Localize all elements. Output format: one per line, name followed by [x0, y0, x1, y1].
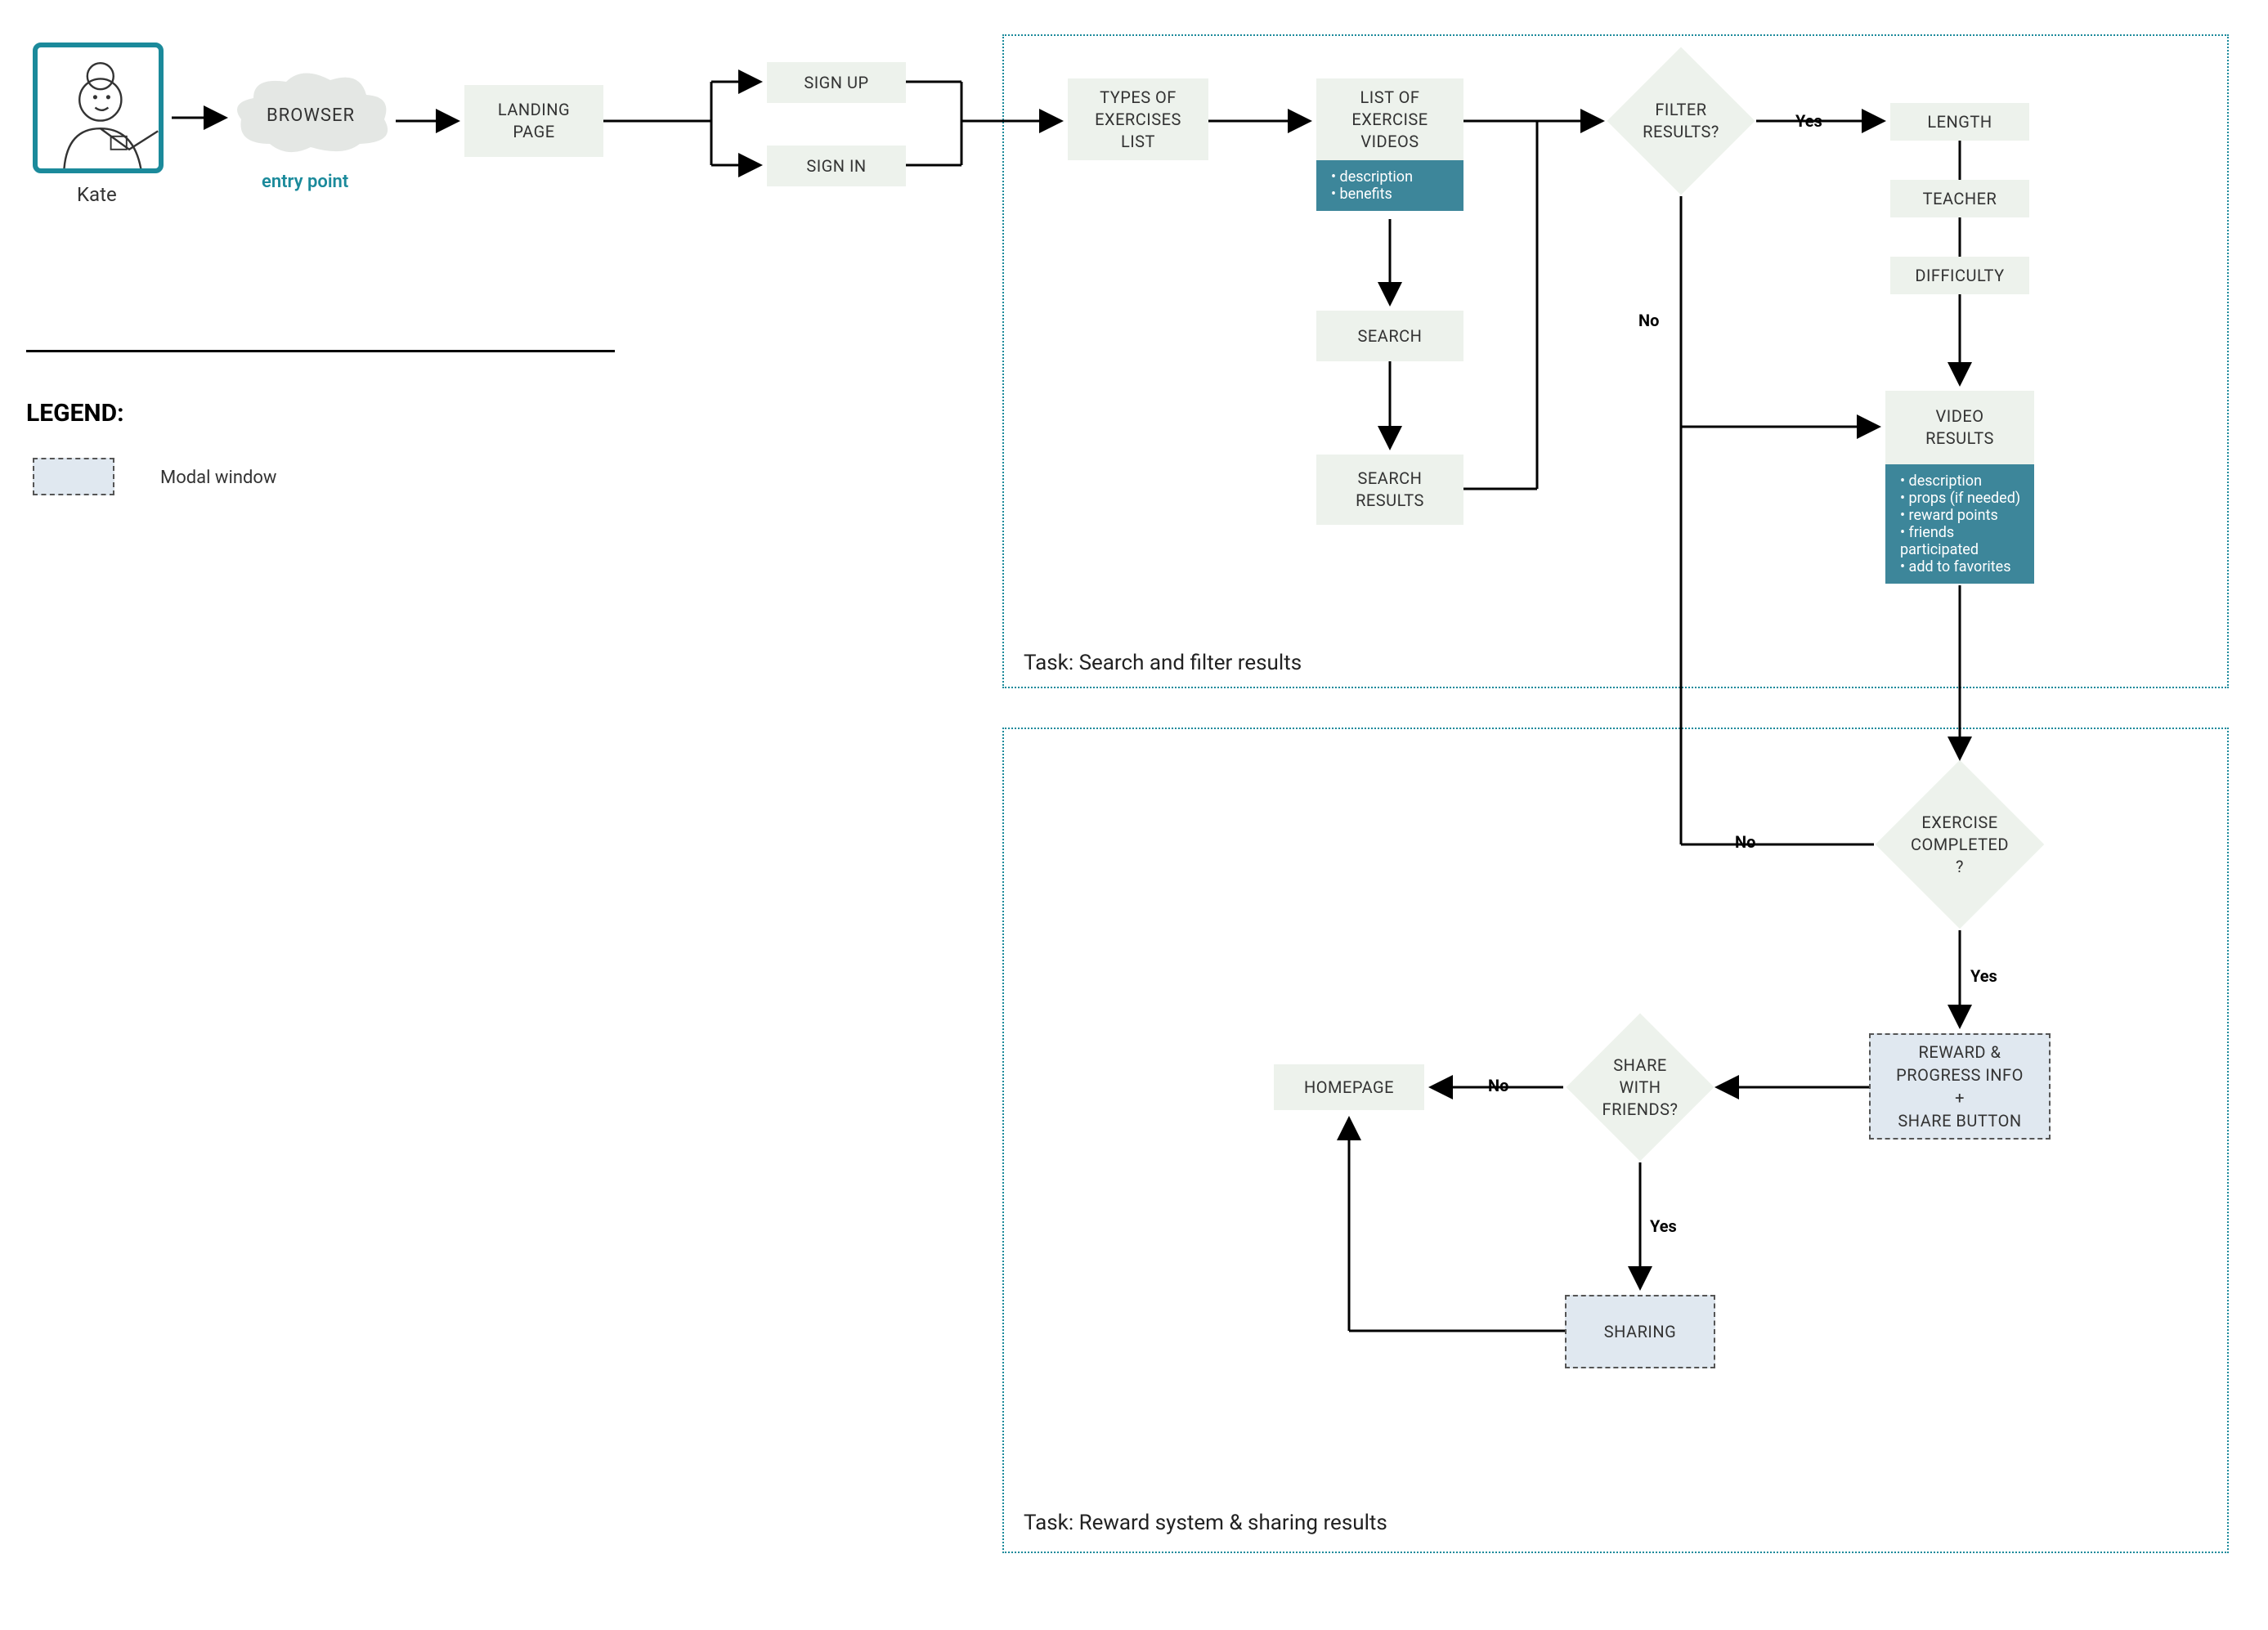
search-results-node: SEARCH RESULTS [1316, 455, 1463, 525]
video-results-details: description props (if needed) reward poi… [1885, 464, 2034, 584]
teacher-label: TEACHER [1923, 188, 1997, 210]
label-no: No [1638, 311, 1659, 330]
sharing-label: SHARING [1604, 1320, 1677, 1343]
search-node: SEARCH [1316, 311, 1463, 361]
task-search-label: Task: Search and filter results [1024, 651, 1302, 675]
homepage-label: HOMEPAGE [1304, 1077, 1394, 1099]
persona-avatar [33, 43, 164, 173]
label-yes: Yes [1650, 1216, 1677, 1236]
signup-node: SIGN UP [767, 62, 906, 103]
list-videos-node: LIST OF EXERCISE VIDEOS [1316, 78, 1463, 160]
signin-label: SIGN IN [806, 155, 866, 177]
label-yes: Yes [1795, 111, 1822, 131]
homepage-node: HOMEPAGE [1274, 1064, 1424, 1110]
landing-page-node: LANDING PAGE [464, 85, 603, 157]
browser-node: BROWSER [229, 70, 392, 160]
difficulty-node: DIFFICULTY [1890, 257, 2029, 294]
detail-item: friends participated [1900, 524, 2023, 558]
reward-modal: REWARD & PROGRESS INFO + SHARE BUTTON [1869, 1033, 2051, 1140]
exercise-decision-label: EXERCISE COMPLETED ? [1876, 785, 2044, 904]
video-results-label: VIDEO RESULTS [1925, 405, 1994, 450]
task-frame-reward [1002, 728, 2229, 1553]
signup-label: SIGN UP [804, 72, 868, 94]
detail-item: description [1331, 168, 1452, 186]
signin-node: SIGN IN [767, 146, 906, 186]
detail-item: description [1900, 472, 2023, 490]
label-no: No [1488, 1076, 1508, 1095]
teacher-node: TEACHER [1890, 180, 2029, 217]
browser-label: BROWSER [267, 105, 355, 126]
reward-modal-label: REWARD & PROGRESS INFO + SHARE BUTTON [1896, 1041, 2024, 1132]
types-label: TYPES OF EXERCISES LIST [1095, 87, 1181, 153]
length-label: LENGTH [1927, 111, 1992, 133]
list-videos-details: description benefits [1316, 160, 1463, 211]
entry-point-label: entry point [262, 172, 348, 192]
legend-modal-label: Modal window [160, 468, 276, 488]
detail-item: add to favorites [1900, 558, 2023, 575]
task-reward-label: Task: Reward system & sharing results [1024, 1511, 1387, 1535]
video-results-node: VIDEO RESULTS [1885, 391, 2034, 464]
legend-modal-swatch [33, 458, 114, 495]
label-no: No [1735, 832, 1755, 852]
types-node: TYPES OF EXERCISES LIST [1068, 78, 1208, 160]
list-videos-label: LIST OF EXERCISE VIDEOS [1351, 87, 1428, 153]
length-node: LENGTH [1890, 103, 2029, 141]
share-decision-label: SHARE WITH FRIENDS? [1567, 1035, 1714, 1140]
label-yes: Yes [1970, 966, 1997, 986]
filter-decision-label: FILTER RESULTS? [1607, 69, 1755, 173]
detail-item: reward points [1900, 507, 2023, 524]
search-results-label: SEARCH RESULTS [1356, 468, 1424, 512]
legend-title: LEGEND: [26, 399, 124, 428]
detail-item: benefits [1331, 186, 1452, 203]
difficulty-label: DIFFICULTY [1915, 265, 2004, 287]
persona-name: Kate [77, 183, 117, 206]
search-label: SEARCH [1358, 325, 1423, 347]
divider [26, 350, 615, 352]
sharing-modal: SHARING [1565, 1295, 1715, 1368]
landing-label: LANDING PAGE [498, 99, 570, 143]
detail-item: props (if needed) [1900, 490, 2023, 507]
